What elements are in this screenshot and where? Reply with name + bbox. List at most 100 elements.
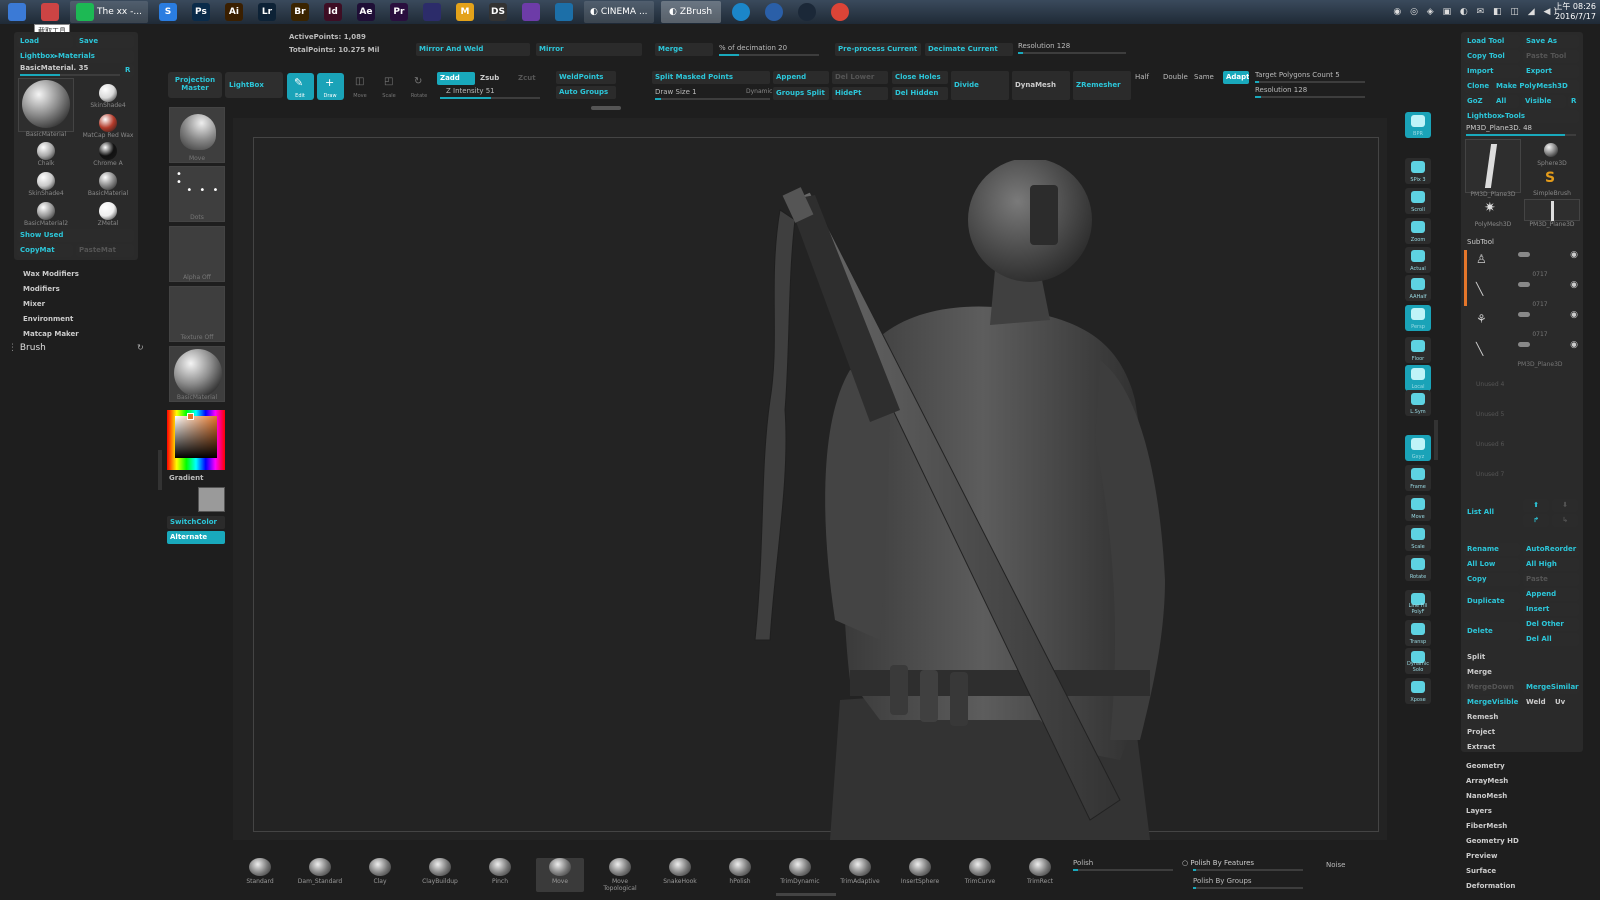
uv-button[interactable]: Uv	[1552, 696, 1578, 709]
subtool-toggle[interactable]	[1518, 282, 1530, 287]
merge-menu[interactable]: Merge	[1464, 666, 1579, 679]
eye-icon[interactable]: ◉	[1570, 280, 1578, 290]
color-picker[interactable]	[167, 410, 225, 470]
taskbar-app-ds-icon[interactable]: DS	[485, 1, 511, 23]
sculpt-model[interactable]	[740, 160, 1200, 840]
left-tray-collapse[interactable]	[158, 450, 162, 490]
split-button[interactable]: Split	[1464, 651, 1579, 664]
rotate-button[interactable]: ↻ Rotate	[406, 73, 433, 100]
taskbar-app-app-blue-icon[interactable]	[761, 1, 787, 23]
brush-move[interactable]: Move	[536, 858, 584, 892]
zcut-button[interactable]: Zcut	[515, 72, 547, 85]
make-polymesh-button[interactable]: Make PolyMesh3D	[1493, 80, 1579, 93]
resolution-top-slider[interactable]	[1018, 52, 1126, 54]
material-swatch[interactable]: SkinShade4	[18, 170, 74, 198]
dynamic-label[interactable]: Dynamic	[746, 88, 772, 95]
taskbar-app-windows-start-icon[interactable]	[4, 1, 30, 23]
r-tool-button[interactable]: R	[1568, 95, 1579, 108]
nav-gxyz[interactable]: Gxyz	[1405, 435, 1431, 461]
del-other-button[interactable]: Del Other	[1523, 618, 1579, 631]
auto-groups-button[interactable]: Auto Groups	[556, 86, 616, 99]
material-swatch[interactable]: BasicMaterial2	[18, 200, 74, 228]
subtool-header[interactable]: SubTool	[1467, 238, 1494, 246]
brush-insertsphere[interactable]: InsertSphere	[896, 858, 944, 892]
subtool-toggle[interactable]	[1518, 342, 1530, 347]
left-menu-item[interactable]: Environment	[23, 315, 73, 323]
zsub-button[interactable]: Zsub	[477, 72, 513, 85]
goz-button[interactable]: GoZ	[1464, 95, 1490, 108]
autoreorder-button[interactable]: AutoReorder	[1523, 543, 1579, 556]
brush-trimrect[interactable]: TrimRect	[1016, 858, 1064, 892]
hidept-button[interactable]: HidePt	[832, 87, 888, 100]
unused-slot[interactable]: Unused 7	[1476, 471, 1504, 478]
taskbar-clock[interactable]: 上午 08:26 2016/7/17	[1554, 2, 1596, 22]
subtool-toggle[interactable]	[1518, 252, 1530, 257]
nav-spix-3[interactable]: SPix 3	[1405, 158, 1431, 184]
brush-trimcurve[interactable]: TrimCurve	[956, 858, 1004, 892]
unused-slot[interactable]: Unused 5	[1476, 411, 1504, 418]
color-picker-cursor[interactable]	[187, 413, 194, 420]
tool-menu-item[interactable]: Layers	[1466, 807, 1492, 815]
list-all-button[interactable]: List All	[1464, 506, 1520, 519]
copymat-button[interactable]: CopyMat	[17, 244, 73, 257]
remesh-menu[interactable]: Remesh	[1464, 711, 1579, 724]
projection-master-button[interactable]: Projection Master	[168, 72, 222, 98]
material-swatch[interactable]: Chrome A	[80, 140, 136, 168]
brush-clay[interactable]: Clay	[356, 858, 404, 892]
show-used-button[interactable]: Show Used	[17, 229, 134, 242]
nav-bpr[interactable]: BPR	[1405, 112, 1431, 138]
unused-slot[interactable]: Unused 4	[1476, 381, 1504, 388]
shelf-tile-1[interactable]: • • • • • Dots	[169, 166, 225, 222]
nav-dynamic-solo[interactable]: Dynamic Solo	[1405, 648, 1431, 674]
preprocess-current-button[interactable]: Pre-process Current	[835, 43, 921, 56]
weld-button[interactable]: Weld	[1523, 696, 1549, 709]
tool-menu-item[interactable]: Geometry HD	[1466, 837, 1519, 845]
subtool-row[interactable]: ╲ ◉ 0717	[1470, 280, 1580, 308]
brush-dam-standard[interactable]: Dam_Standard	[296, 858, 344, 892]
tool-thumb-plane-2[interactable]	[1524, 199, 1580, 221]
taskbar-app-indesign-icon[interactable]: Id	[320, 1, 346, 23]
brush-trimadaptive[interactable]: TrimAdaptive	[836, 858, 884, 892]
append-button[interactable]: Append	[773, 71, 829, 84]
paste-button[interactable]: Paste	[1523, 573, 1579, 586]
tool-menu-item[interactable]: Geometry	[1466, 762, 1505, 770]
decimate-current-button[interactable]: Decimate Current	[925, 43, 1013, 56]
polish-slider[interactable]	[1073, 869, 1173, 871]
brush-claybuildup[interactable]: ClayBuildup	[416, 858, 464, 892]
mergevisible-button[interactable]: MergeVisible	[1464, 696, 1520, 709]
taskbar-app-app-m-icon[interactable]: M	[452, 1, 478, 23]
subtool-row[interactable]: ♙ ◉ 0717	[1470, 250, 1580, 278]
polish-by-features-toggle[interactable]: ○ Polish By Features	[1182, 859, 1312, 867]
taskbar-app-screenshot-tool-icon[interactable]	[37, 1, 63, 23]
subtool-row[interactable]: ╲ ◉ PM3D_Plane3D	[1470, 340, 1580, 368]
taskbar-window-cinema4d-icon[interactable]: ◐ CINEMA ...	[583, 1, 654, 23]
shelf-tile-4[interactable]: BasicMaterial	[169, 346, 225, 402]
shelf-tile-0[interactable]: Move	[169, 107, 225, 163]
nav-persp[interactable]: Persp	[1405, 305, 1431, 331]
move-button[interactable]: ◫ Move	[347, 73, 374, 100]
append-subtool-button[interactable]: Append	[1523, 588, 1579, 601]
switchcolor-button[interactable]: SwitchColor	[167, 516, 225, 529]
brush-trimdynamic[interactable]: TrimDynamic	[776, 858, 824, 892]
right-tray-collapse[interactable]	[1434, 420, 1438, 460]
duplicate-button[interactable]: Duplicate	[1464, 592, 1520, 610]
shelf-tile-2[interactable]: Alpha Off	[169, 226, 225, 282]
material-swatch[interactable]: ZMetal	[80, 200, 136, 228]
resolution-slider[interactable]	[1255, 96, 1365, 98]
nav-floor[interactable]: Floor	[1405, 337, 1431, 363]
material-swatch[interactable]: SkinShade4	[80, 82, 136, 110]
taskbar-app-lightroom-icon[interactable]: Lr	[254, 1, 280, 23]
left-menu-item[interactable]: Wax Modifiers	[23, 270, 79, 278]
left-menu-item[interactable]: Matcap Maker	[23, 330, 79, 338]
merge-button[interactable]: Merge	[655, 43, 713, 56]
tool-slider[interactable]	[1466, 134, 1576, 136]
subtool-row[interactable]: ⚘ ◉ 0717	[1470, 310, 1580, 338]
nav-local[interactable]: Local	[1405, 365, 1431, 391]
nav-transp[interactable]: Transp	[1405, 620, 1431, 646]
eye-icon[interactable]: ◉	[1570, 250, 1578, 260]
left-menu-item[interactable]: Modifiers	[23, 285, 60, 293]
dynamesh-button[interactable]: DynaMesh	[1012, 71, 1070, 100]
taskbar-app-premiere-icon[interactable]: Pr	[386, 1, 412, 23]
tool-menu-item[interactable]: Deformation	[1466, 882, 1515, 890]
insert-button[interactable]: Insert	[1523, 603, 1579, 616]
